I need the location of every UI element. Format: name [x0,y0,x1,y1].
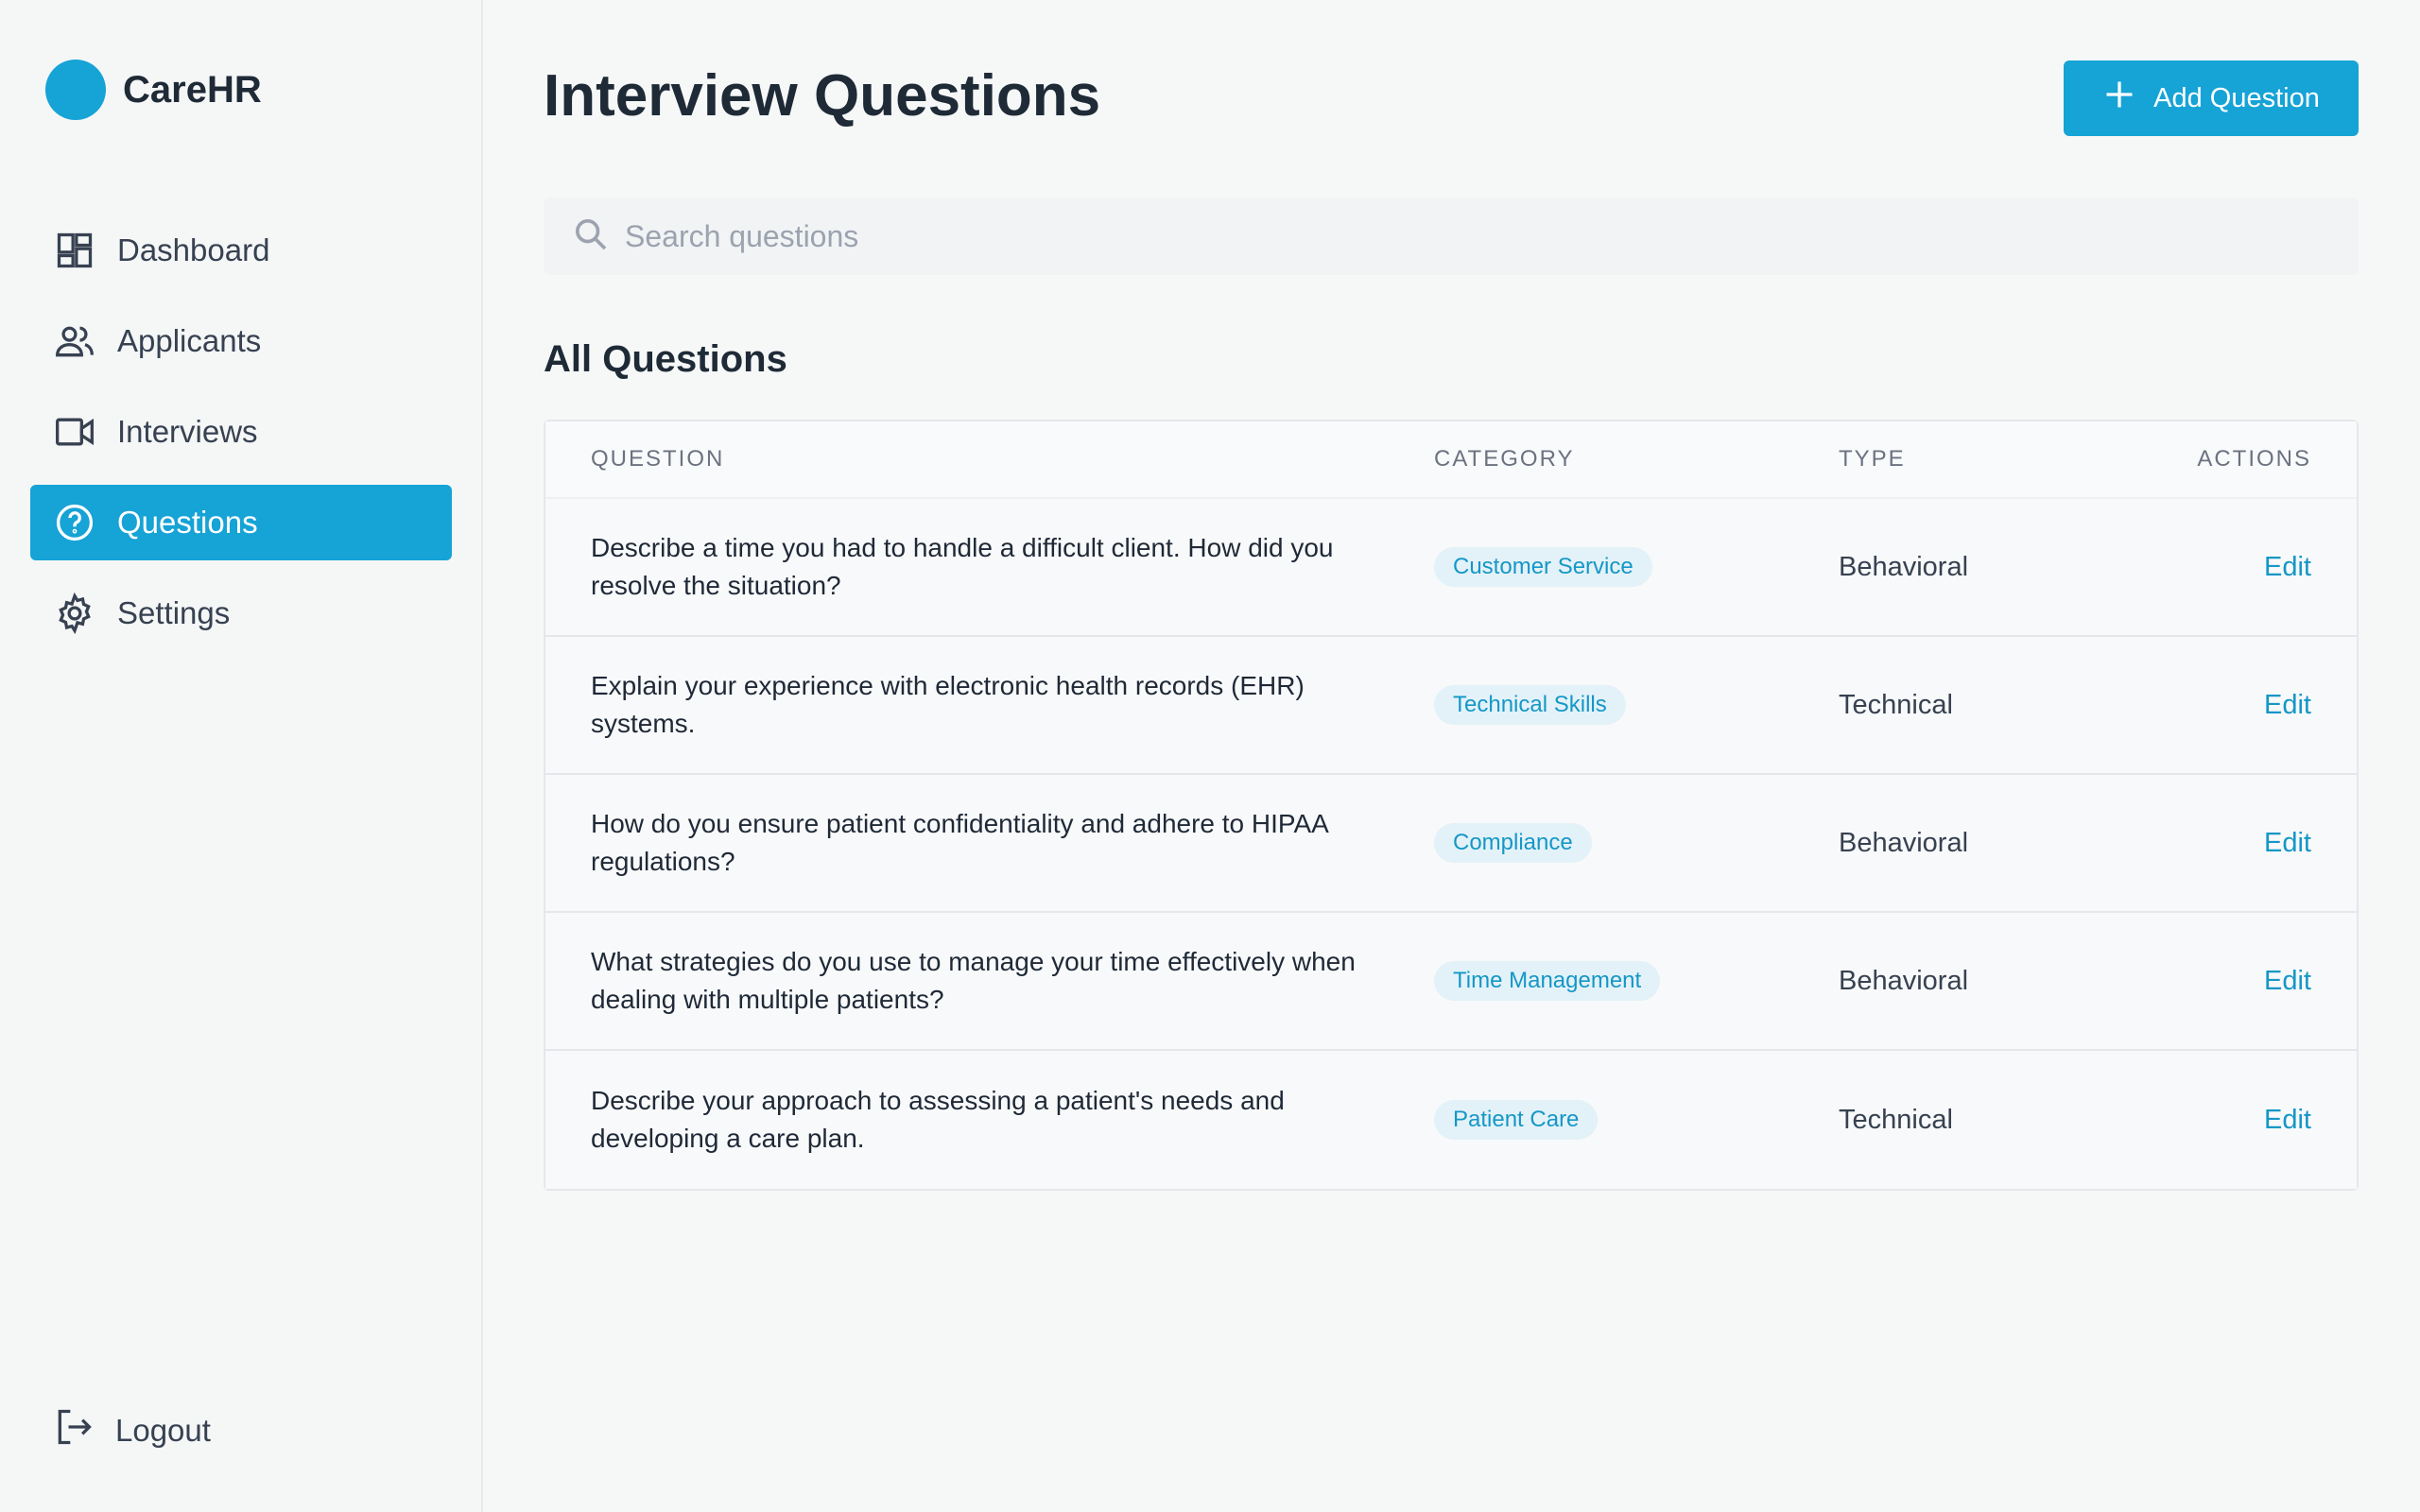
edit-link[interactable]: Edit [2264,828,2311,858]
question-type: Technical [1839,689,1953,720]
brand-logo [45,60,106,120]
table-row: Describe a time you had to handle a diff… [545,499,2357,637]
sidebar-nav: Dashboard Applicants Interviews Question… [30,213,452,666]
brand[interactable]: CareHR [45,60,262,120]
question-text: Describe your approach to assessing a pa… [591,1086,1285,1153]
sidebar-item-label: Interviews [117,414,258,449]
category-badge: Compliance [1434,823,1592,863]
table-row: How do you ensure patient confidentialit… [545,775,2357,913]
sidebar-item-dashboard[interactable]: Dashboard [30,213,452,288]
table-header: QUESTION CATEGORY TYPE ACTIONS [545,421,2357,499]
edit-link[interactable]: Edit [2264,1105,2311,1135]
question-circle-icon [53,501,96,544]
search-bar [544,198,2359,275]
table-row: Explain your experience with electronic … [545,637,2357,775]
logout-button[interactable]: Logout [53,1406,211,1455]
sidebar-item-interviews[interactable]: Interviews [30,394,452,470]
header-actions: ACTIONS [2197,446,2311,472]
question-text: Explain your experience with electronic … [591,671,1305,738]
category-badge: Customer Service [1434,547,1652,587]
dashboard-icon [53,229,96,272]
sidebar: CareHR Dashboard Applicants Interviews Q… [0,0,483,1512]
sidebar-item-questions[interactable]: Questions [30,485,452,560]
table-row: What strategies do you use to manage you… [545,913,2357,1051]
questions-table: QUESTION CATEGORY TYPE ACTIONS Describe … [544,420,2359,1191]
logout-icon [53,1406,95,1455]
category-badge: Time Management [1434,961,1661,1001]
search-icon [572,215,610,258]
header-question: QUESTION [591,446,725,472]
brand-name: CareHR [123,68,262,111]
edit-link[interactable]: Edit [2264,690,2311,720]
page-title: Interview Questions [544,63,1101,129]
question-type: Behavioral [1839,827,1969,858]
logout-label: Logout [115,1413,211,1448]
question-text: Describe a time you had to handle a diff… [591,533,1334,600]
sidebar-item-applicants[interactable]: Applicants [30,303,452,379]
table-row: Describe your approach to assessing a pa… [545,1051,2357,1189]
add-question-button[interactable]: Add Question [2064,60,2359,136]
sidebar-item-label: Questions [117,505,258,540]
search-input[interactable] [625,218,2326,254]
users-icon [53,319,96,363]
question-type: Technical [1839,1104,1953,1135]
sidebar-item-label: Settings [117,595,231,630]
question-type: Behavioral [1839,551,1969,582]
app-root: CareHR Dashboard Applicants Interviews Q… [0,0,2420,1512]
sidebar-item-label: Dashboard [117,232,270,267]
sidebar-item-label: Applicants [117,323,262,358]
header-type: TYPE [1839,446,1906,472]
header-category: CATEGORY [1434,446,1575,472]
plus-icon [2102,77,2136,119]
category-badge: Patient Care [1434,1100,1599,1140]
category-badge: Technical Skills [1434,685,1626,725]
section-title: All Questions [544,338,787,380]
main-content: Interview Questions Add Question All Que… [483,0,2420,1512]
question-text: What strategies do you use to manage you… [591,947,1356,1014]
question-type: Behavioral [1839,965,1969,996]
video-icon [53,410,96,454]
sidebar-item-settings[interactable]: Settings [30,576,452,651]
question-text: How do you ensure patient confidentialit… [591,809,1328,876]
edit-link[interactable]: Edit [2264,966,2311,996]
edit-link[interactable]: Edit [2264,552,2311,582]
add-question-label: Add Question [2153,82,2320,113]
gear-icon [53,592,96,635]
